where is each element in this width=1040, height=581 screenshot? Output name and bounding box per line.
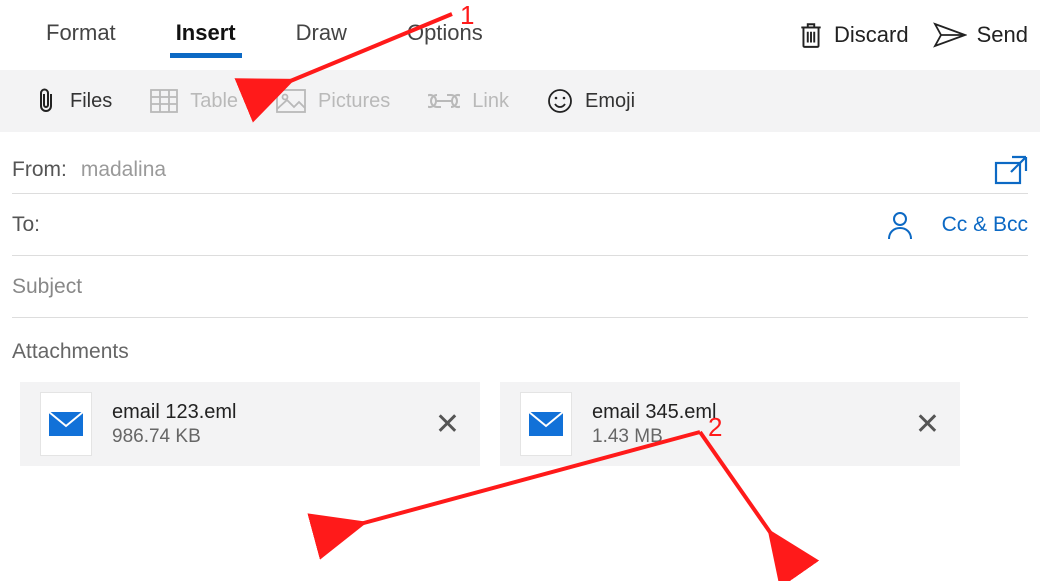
send-label: Send	[977, 22, 1028, 48]
subject-placeholder: Subject	[12, 275, 82, 299]
attachments-row: email 123.eml 986.74 KB ✕ email 345.eml …	[12, 382, 1028, 466]
discard-button[interactable]: Discard	[798, 21, 909, 49]
cc-bcc-button[interactable]: Cc & Bcc	[942, 213, 1028, 237]
table-icon	[150, 89, 178, 113]
insert-link-button: Link	[420, 86, 517, 117]
from-row: From: madalina	[12, 132, 1028, 194]
remove-attachment-button[interactable]: ✕	[435, 407, 460, 442]
emoji-icon	[547, 88, 573, 114]
to-row[interactable]: To: Cc & Bcc	[12, 194, 1028, 256]
tab-options[interactable]: Options	[401, 12, 489, 58]
paperclip-icon	[36, 87, 58, 115]
from-label: From:	[12, 158, 67, 182]
insert-pictures-label: Pictures	[318, 90, 390, 113]
send-icon	[933, 22, 967, 48]
attachment-size: 1.43 MB	[592, 426, 915, 448]
from-value[interactable]: madalina	[81, 158, 166, 182]
popout-icon[interactable]	[994, 155, 1028, 185]
attachment-name: email 123.eml	[112, 401, 435, 424]
insert-files-label: Files	[70, 90, 112, 113]
insert-emoji-button[interactable]: Emoji	[539, 84, 643, 118]
attachment-name: email 345.eml	[592, 401, 915, 424]
send-button[interactable]: Send	[933, 22, 1028, 48]
attachment-size: 986.74 KB	[112, 426, 435, 448]
picture-icon	[276, 89, 306, 113]
remove-attachment-button[interactable]: ✕	[915, 407, 940, 442]
tab-insert[interactable]: Insert	[170, 12, 242, 58]
to-label: To:	[12, 213, 40, 237]
compose-fields: From: madalina To: Cc & Bcc Subject Atta…	[0, 132, 1040, 466]
insert-emoji-label: Emoji	[585, 90, 635, 113]
attachments-label: Attachments	[12, 340, 1028, 364]
tab-format[interactable]: Format	[40, 12, 122, 58]
trash-icon	[798, 21, 824, 49]
discard-label: Discard	[834, 22, 909, 48]
tab-draw[interactable]: Draw	[290, 12, 353, 58]
insert-table-button: Table	[142, 85, 246, 117]
insert-pictures-button: Pictures	[268, 85, 398, 117]
insert-table-label: Table	[190, 90, 238, 113]
contacts-icon[interactable]	[886, 210, 914, 240]
mail-file-icon	[520, 392, 572, 456]
insert-link-label: Link	[472, 90, 509, 113]
subject-row[interactable]: Subject	[12, 256, 1028, 318]
insert-toolbar: Files Table Pictures Link Emoji	[0, 70, 1040, 132]
link-icon	[428, 91, 460, 111]
insert-files-button[interactable]: Files	[28, 83, 120, 119]
attachment-card[interactable]: email 123.eml 986.74 KB ✕	[20, 382, 480, 466]
mail-file-icon	[40, 392, 92, 456]
attachment-card[interactable]: email 345.eml 1.43 MB ✕	[500, 382, 960, 466]
tab-row: Format Insert Draw Options Discard Send	[0, 0, 1040, 70]
